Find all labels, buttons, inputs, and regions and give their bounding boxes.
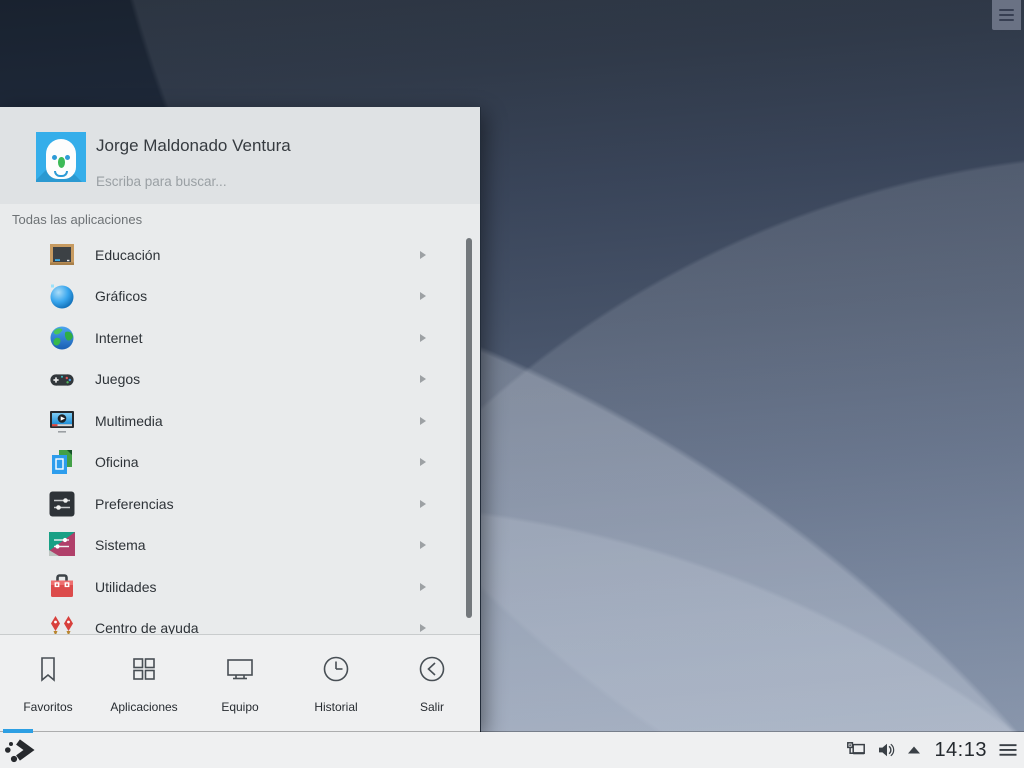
help-icon (48, 614, 76, 634)
category-item-educacion[interactable]: Educación (0, 234, 480, 276)
category-item-internet[interactable]: Internet (0, 317, 480, 359)
overflow-menu-icon[interactable] (998, 740, 1018, 760)
internet-icon (48, 324, 76, 352)
category-label: Juegos (95, 371, 141, 388)
tab-label: Aplicaciones (110, 700, 178, 714)
category-item-preferencias[interactable]: Preferencias (0, 483, 480, 525)
tab-label: Historial (314, 700, 358, 714)
application-launcher-popup: Jorge Maldonado Ventura Escriba para bus… (0, 107, 481, 732)
category-label: Multimedia (95, 412, 163, 429)
breadcrumb: Todas las aplicaciones (12, 212, 143, 227)
system-icon (48, 531, 76, 559)
category-item-multimedia[interactable]: Multimedia (0, 400, 480, 442)
category-label: Educación (95, 246, 161, 263)
category-label: Utilidades (95, 578, 157, 595)
user-name: Jorge Maldonado Ventura (96, 136, 291, 155)
wired-network-icon[interactable] (845, 740, 867, 760)
tab-aplicaciones[interactable]: Aplicaciones (96, 635, 192, 732)
category-item-utilidades[interactable]: Utilidades (0, 566, 480, 608)
digital-clock[interactable]: 14:13 (934, 739, 987, 762)
bookmark-icon (31, 652, 65, 691)
category-list: Educación Gráficos Internet Juegos Multi… (0, 234, 480, 634)
grid-icon (127, 652, 161, 691)
chevron-right-icon (420, 624, 426, 633)
tab-label: Favoritos (23, 700, 73, 714)
chevron-right-icon (420, 333, 426, 342)
category-item-juegos[interactable]: Juegos (0, 359, 480, 401)
chevron-right-icon (420, 499, 426, 508)
application-launcher-button[interactable] (3, 734, 35, 766)
games-icon (48, 365, 76, 393)
chevron-right-icon (420, 292, 426, 301)
category-item-graficos[interactable]: Gráficos (0, 276, 480, 318)
chevron-right-icon (420, 416, 426, 425)
tab-label: Equipo (221, 700, 259, 714)
desktop-toolbox-button[interactable] (992, 0, 1021, 30)
leave-icon (415, 652, 449, 691)
scrollbar[interactable] (466, 238, 472, 618)
search-input[interactable]: Escriba para buscar... (96, 174, 227, 189)
chevron-right-icon (420, 375, 426, 384)
launcher-header: Jorge Maldonado Ventura Escriba para bus… (0, 107, 480, 204)
multimedia-icon (48, 407, 76, 435)
category-label: Preferencias (95, 495, 174, 512)
chevron-right-icon (420, 250, 426, 259)
category-item-centro-de-ayuda[interactable]: Centro de ayuda (0, 608, 480, 634)
expand-arrow-icon[interactable] (905, 742, 923, 758)
category-label: Oficina (95, 454, 139, 471)
user-avatar[interactable] (36, 132, 86, 182)
tab-historial[interactable]: Historial (288, 635, 384, 732)
category-item-sistema[interactable]: Sistema (0, 525, 480, 567)
chevron-right-icon (420, 582, 426, 591)
desktop: Jorge Maldonado Ventura Escriba para bus… (0, 0, 1024, 768)
launcher-tabbar: Favoritos Aplicaciones Equipo Historial … (0, 635, 480, 732)
office-icon (48, 448, 76, 476)
category-label: Gráficos (95, 288, 148, 305)
volume-icon[interactable] (876, 740, 896, 760)
category-label: Internet (95, 329, 143, 346)
preferences-icon (48, 490, 76, 518)
active-launcher-indicator (3, 729, 33, 733)
tab-salir[interactable]: Salir (384, 635, 480, 732)
graphics-icon (48, 282, 76, 310)
system-tray: 14:13 (845, 732, 1018, 768)
tab-equipo[interactable]: Equipo (192, 635, 288, 732)
taskbar-panel: 14:13 (0, 732, 1024, 768)
tab-favoritos[interactable]: Favoritos (0, 635, 96, 732)
category-item-oficina[interactable]: Oficina (0, 442, 480, 484)
utilities-icon (48, 573, 76, 601)
category-label: Centro de ayuda (95, 620, 199, 634)
clock-icon (319, 652, 353, 691)
app-menu-icon (3, 739, 35, 768)
chevron-right-icon (420, 458, 426, 467)
chevron-right-icon (420, 541, 426, 550)
category-label: Sistema (95, 537, 146, 554)
computer-icon (223, 652, 257, 691)
tab-label: Salir (419, 700, 444, 714)
education-icon (48, 241, 76, 269)
